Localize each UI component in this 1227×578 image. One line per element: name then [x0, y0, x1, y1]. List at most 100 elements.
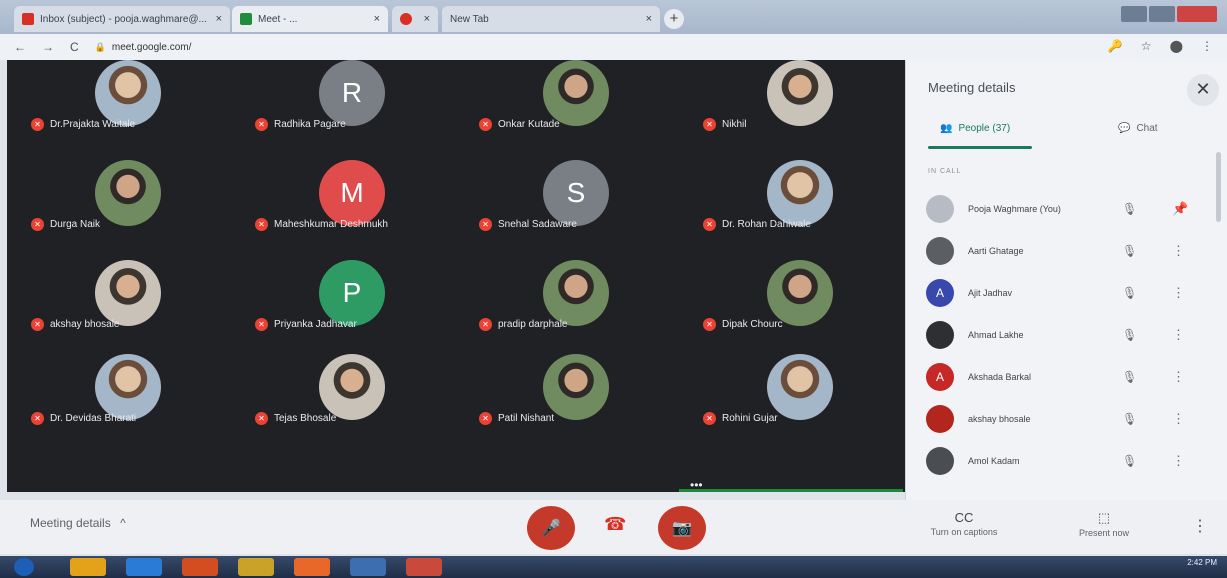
- tab-recording[interactable]: ×: [392, 6, 438, 32]
- people-list-item[interactable]: Ahmad Lakhe 🎙 ⋮: [926, 314, 1206, 356]
- participant-tile[interactable]: S ✕ Snehal Sadaware: [465, 160, 689, 268]
- participant-tile[interactable]: ✕ Rohini Gujar: [689, 354, 913, 462]
- participant-tile[interactable]: ✕ Dr. Devidas Bharati: [17, 354, 241, 462]
- participant-tile[interactable]: ✕ Nikhil: [689, 60, 913, 168]
- person-avatar: [926, 195, 954, 223]
- captions-icon: CC: [954, 510, 974, 525]
- participant-name: Dr.Prajakta Waitale: [50, 119, 136, 130]
- people-list-item[interactable]: Amol Kadam 🎙 ⋮: [926, 440, 1206, 482]
- clock-time: 2:42 PM: [1187, 558, 1217, 567]
- close-tab-icon[interactable]: ×: [646, 13, 652, 25]
- tab-chat[interactable]: 💬 Chat: [1118, 123, 1158, 134]
- mic-muted-icon: 🎙: [1122, 370, 1138, 384]
- start-button-icon[interactable]: [14, 558, 34, 576]
- close-window-button[interactable]: [1177, 6, 1217, 22]
- participant-name: Tejas Bhosale: [274, 413, 337, 424]
- participant-tile[interactable]: ✕ Dr.Prajakta Waitale: [17, 60, 241, 168]
- participant-tile[interactable]: M ✕ Maheshkumar Deshmukh: [241, 160, 465, 268]
- participant-name: Dr. Devidas Bharati: [50, 413, 137, 424]
- address-bar: ← → C 🔒 meet.google.com/ 🔑 ☆ ⬤ ⋮: [0, 34, 1227, 60]
- profile-icon[interactable]: ⬤: [1170, 39, 1183, 53]
- tab-new-tab[interactable]: New Tab ×: [442, 6, 660, 32]
- mic-muted-icon: ✕: [703, 318, 716, 331]
- person-avatar: A: [926, 279, 954, 307]
- more-options-icon[interactable]: ⋮: [1192, 516, 1208, 536]
- pin-icon[interactable]: 📌: [1172, 201, 1188, 217]
- participant-tile[interactable]: ✕ Tejas Bhosale: [241, 354, 465, 462]
- close-tab-icon[interactable]: ×: [374, 13, 380, 25]
- more-options-icon[interactable]: ⋮: [1172, 327, 1185, 343]
- taskbar-app-icon[interactable]: [126, 558, 162, 576]
- bookmark-star-icon[interactable]: ☆: [1141, 39, 1152, 53]
- participant-name-row: ✕ Dr. Devidas Bharati: [31, 412, 136, 425]
- taskbar-app-icon[interactable]: [294, 558, 330, 576]
- camera-off-icon: 📷: [672, 520, 692, 537]
- meeting-details-toggle[interactable]: Meeting details ^: [30, 516, 126, 530]
- hang-up-button[interactable]: ☎: [604, 514, 626, 535]
- camera-off-button[interactable]: 📷: [658, 506, 706, 550]
- mic-muted-icon: ✕: [479, 318, 492, 331]
- participant-avatar: [767, 354, 833, 420]
- participant-tile[interactable]: ✕ Onkar Kutade: [465, 60, 689, 168]
- os-taskbar: 2:42 PM: [0, 556, 1227, 578]
- chevron-up-icon: ^: [120, 516, 126, 530]
- captions-button[interactable]: CC Turn on captions: [909, 510, 1019, 537]
- more-options-icon[interactable]: ⋮: [1172, 411, 1185, 427]
- people-list-item[interactable]: akshay bhosale 🎙 ⋮: [926, 398, 1206, 440]
- meet-icon: [240, 13, 252, 25]
- panel-scrollbar[interactable]: [1216, 152, 1221, 222]
- close-tab-icon[interactable]: ×: [424, 13, 430, 25]
- key-icon[interactable]: 🔑: [1108, 39, 1123, 53]
- participant-name-row: ✕ Dipak Chourc: [703, 318, 783, 331]
- more-options-icon[interactable]: ⋮: [1172, 285, 1185, 301]
- mic-off-button[interactable]: 🎤: [527, 506, 575, 550]
- participant-name: Patil Nishant: [498, 413, 555, 424]
- more-options-icon[interactable]: ⋮: [1172, 453, 1185, 469]
- back-icon[interactable]: ←: [14, 40, 26, 54]
- system-tray-clock[interactable]: 2:42 PM: [1187, 558, 1217, 567]
- taskbar-app-icon[interactable]: [350, 558, 386, 576]
- present-now-button[interactable]: ⬚ Present now: [1049, 510, 1159, 538]
- participant-avatar: [543, 354, 609, 420]
- meeting-details-panel: Meeting details ✕ 👥 People (37) 💬 Chat I…: [905, 60, 1227, 554]
- participant-tile[interactable]: ✕ Dipak Chourc: [689, 260, 913, 368]
- people-list-item[interactable]: Pooja Waghmare (You) 🎙 📌: [926, 188, 1206, 230]
- taskbar-app-icon[interactable]: [406, 558, 442, 576]
- participant-name: Priyanka Jadhavar: [274, 319, 357, 330]
- minimize-button[interactable]: [1121, 6, 1147, 22]
- participant-avatar: [95, 260, 161, 326]
- people-list-item[interactable]: Aarti Ghatage 🎙 ⋮: [926, 230, 1206, 272]
- tab-meet[interactable]: Meet - ... ×: [232, 6, 388, 32]
- taskbar-app-icon[interactable]: [70, 558, 106, 576]
- url-field[interactable]: 🔒 meet.google.com/: [95, 42, 192, 53]
- close-tab-icon[interactable]: ×: [216, 13, 222, 25]
- person-name: Ahmad Lakhe: [968, 330, 1024, 340]
- forward-icon[interactable]: →: [42, 40, 54, 54]
- taskbar-app-icon[interactable]: [182, 558, 218, 576]
- participant-tile[interactable]: ✕ Durga Naik: [17, 160, 241, 268]
- maximize-button[interactable]: [1149, 6, 1175, 22]
- tab-people[interactable]: 👥 People (37): [940, 123, 1010, 134]
- new-tab-button[interactable]: +: [664, 9, 684, 29]
- people-list-item[interactable]: A Akshada Barkal 🎙 ⋮: [926, 356, 1206, 398]
- people-list-item[interactable]: A Ajit Jadhav 🎙 ⋮: [926, 272, 1206, 314]
- participant-tile[interactable]: ✕ Dr. Rohan Dahiwale: [689, 160, 913, 268]
- more-options-icon[interactable]: ⋮: [1172, 369, 1185, 385]
- participant-tile[interactable]: ✕ Patil Nishant: [465, 354, 689, 462]
- close-panel-button[interactable]: ✕: [1187, 74, 1219, 106]
- more-options-icon[interactable]: ⋮: [1172, 243, 1185, 259]
- participant-tile[interactable]: P ✕ Priyanka Jadhavar: [241, 260, 465, 368]
- browser-menu-icon[interactable]: ⋮: [1201, 39, 1213, 53]
- chat-icon: 💬: [1118, 123, 1131, 134]
- participant-avatar: [319, 354, 385, 420]
- taskbar-app-icon[interactable]: [238, 558, 274, 576]
- reload-icon[interactable]: C: [70, 40, 79, 54]
- tab-gmail[interactable]: Inbox (subject) - pooja.waghmare@... ×: [14, 6, 230, 32]
- participant-tile[interactable]: ✕ akshay bhosale: [17, 260, 241, 368]
- participant-tile[interactable]: R ✕ Radhika Pagare: [241, 60, 465, 168]
- mic-muted-icon: 🎙: [1122, 328, 1138, 342]
- window-controls: [1121, 6, 1217, 22]
- people-icon: 👥: [940, 123, 953, 134]
- tab-label: Meet - ...: [258, 13, 298, 25]
- participant-tile[interactable]: ✕ pradip darphale: [465, 260, 689, 368]
